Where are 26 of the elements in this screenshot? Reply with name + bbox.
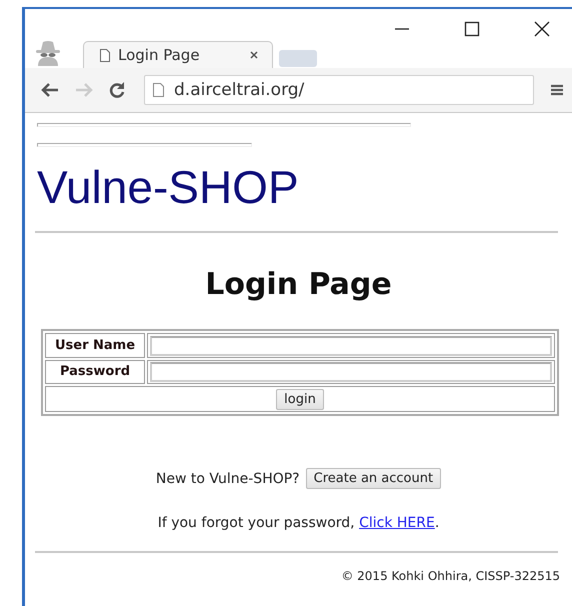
- field-label: User Name: [45, 333, 145, 358]
- create-account-button[interactable]: Create an account: [306, 468, 442, 489]
- reload-icon[interactable]: [108, 81, 126, 99]
- period-text: .: [434, 515, 440, 531]
- login-button[interactable]: login: [276, 389, 324, 410]
- close-icon[interactable]: [534, 21, 550, 37]
- menu-icon[interactable]: [550, 83, 564, 97]
- address-bar[interactable]: d.airceltrai.org/: [144, 75, 534, 105]
- incognito-icon: [33, 40, 63, 66]
- input-field[interactable]: [150, 362, 552, 382]
- click-here-link[interactable]: Click HERE: [359, 515, 435, 531]
- page-heading: Login Page: [204, 266, 393, 304]
- copyright-text: © 2015 Kohki Ohhira, CISSP-322515: [340, 569, 560, 583]
- page-icon: [100, 48, 110, 62]
- field-label: Password: [45, 360, 145, 384]
- back-icon[interactable]: [40, 82, 60, 98]
- input-field[interactable]: [37, 143, 252, 147]
- signup-prompt: New to Vulne-SHOP?: [156, 470, 300, 486]
- page-icon: [153, 83, 164, 97]
- site-logo: Vulne-SHOP: [37, 161, 300, 213]
- close-tab-icon[interactable]: [250, 51, 258, 59]
- input-field[interactable]: [150, 336, 552, 356]
- forgot-password-text: If you forgot your password,: [158, 515, 356, 531]
- browser-tab[interactable]: Login Page: [83, 41, 273, 68]
- input-field[interactable]: [37, 123, 411, 127]
- maximize-icon[interactable]: [464, 21, 480, 37]
